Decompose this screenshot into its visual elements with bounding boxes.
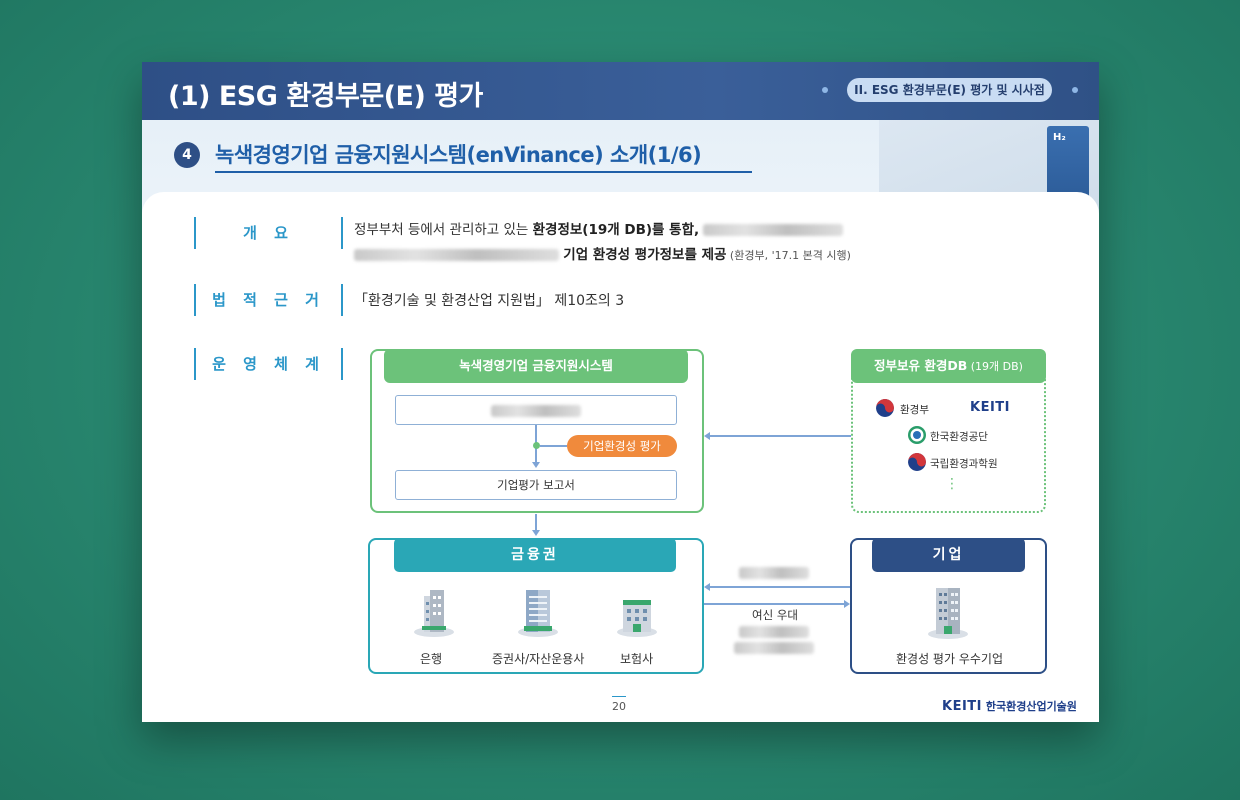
company-building-icon — [928, 588, 968, 639]
gov-emblem-icon — [908, 453, 926, 471]
connector-line — [710, 435, 851, 437]
blurred-label — [734, 640, 814, 654]
insurance-building-icon — [617, 600, 657, 637]
connector-dot — [533, 442, 540, 449]
arrow-left-icon — [704, 432, 710, 440]
blurred-text — [354, 249, 559, 261]
keiti-logo: KEITI — [970, 400, 1010, 415]
section-tag: II. ESG 환경부문(E) 평가 및 시사점 — [847, 78, 1052, 102]
blurred-text — [734, 641, 814, 654]
law-label: 법 적 근 거 — [194, 284, 343, 316]
station-label: H₂ — [1053, 132, 1066, 143]
blurred-text — [703, 224, 844, 236]
law-text: 「환경기술 및 환경산업 지원법」 제10조의 3 — [354, 293, 625, 309]
org-name: 국립환경과학원 — [930, 458, 998, 470]
slide: (1) ESG 환경부문(E) 평가 II. ESG 환경부문(E) 평가 및 … — [142, 62, 1099, 722]
tag-dot-right — [1072, 87, 1078, 93]
footer-logo: KEITI 한국환경산업기술원 — [942, 699, 1077, 714]
connector-line — [710, 586, 850, 588]
section-title: 녹색경영기업 금융지원시스템(enVinance) 소개(1/6) — [215, 143, 702, 167]
bank-building-icon — [414, 590, 454, 637]
report-box: 기업평가 보고서 — [395, 470, 677, 500]
finance-title: 금융권 — [394, 538, 676, 572]
connector-line — [540, 445, 567, 447]
company-title: 기업 — [872, 538, 1025, 572]
tag-dot-left — [822, 87, 828, 93]
kecoa-emblem-icon — [908, 426, 926, 444]
section-number: 4 — [174, 142, 200, 168]
overview-text-b: 환경정보(19개 DB)를 통합, — [532, 222, 700, 238]
overview-line-1: 정부부처 등에서 관리하고 있는 환경정보(19개 DB)를 통합, — [354, 218, 844, 238]
arrow-down-icon — [532, 530, 540, 536]
blurred-label — [739, 624, 809, 638]
system-label: 운 영 체 계 — [194, 348, 343, 380]
blurred-text — [739, 566, 809, 579]
page-title: (1) ESG 환경부문(E) 평가 — [168, 81, 483, 112]
blurred-text — [491, 404, 581, 417]
finance-item-insurance: 보험사 — [620, 652, 654, 666]
overview-line-2: 기업 환경성 평가정보를 제공 (환경부, '17.1 본격 시행) — [354, 243, 851, 263]
arrow-label: 여신 우대 — [752, 608, 798, 622]
company-item: 환경성 평가 우수기업 — [896, 652, 1003, 666]
section-title-underline — [215, 171, 752, 173]
org-name: 환경부 — [900, 404, 929, 416]
securities-building-icon — [518, 590, 558, 637]
blurred-label — [739, 565, 809, 579]
org-name: 한국환경공단 — [930, 431, 988, 443]
system-box-title: 녹색경영기업 금융지원시스템 — [384, 349, 688, 383]
overview-text-a: 정부부처 등에서 관리하고 있는 — [354, 222, 533, 238]
page-number: 20 — [612, 700, 626, 713]
arrow-down-icon — [532, 462, 540, 468]
gov-db-title: 정부보유 환경DB (19개 DB) — [851, 349, 1046, 383]
connector-line — [704, 603, 844, 605]
finance-item-securities: 증권사/자산운용사 — [492, 652, 585, 666]
page-number-line — [612, 696, 626, 697]
overview-text-c: 기업 환경성 평가정보를 제공 — [563, 247, 727, 263]
overview-label: 개 요 — [194, 217, 343, 249]
ellipsis: ⋮ — [945, 476, 959, 492]
arrow-left-icon — [704, 583, 710, 591]
gov-emblem-icon — [876, 399, 894, 417]
overview-note: (환경부, '17.1 본격 시행) — [726, 249, 851, 262]
blurred-text — [739, 625, 809, 638]
blurred-box — [395, 395, 677, 425]
header-bar: (1) ESG 환경부문(E) 평가 II. ESG 환경부문(E) 평가 및 … — [142, 62, 1099, 120]
finance-item-bank: 은행 — [420, 652, 443, 666]
eval-pill: 기업환경성 평가 — [567, 435, 677, 457]
